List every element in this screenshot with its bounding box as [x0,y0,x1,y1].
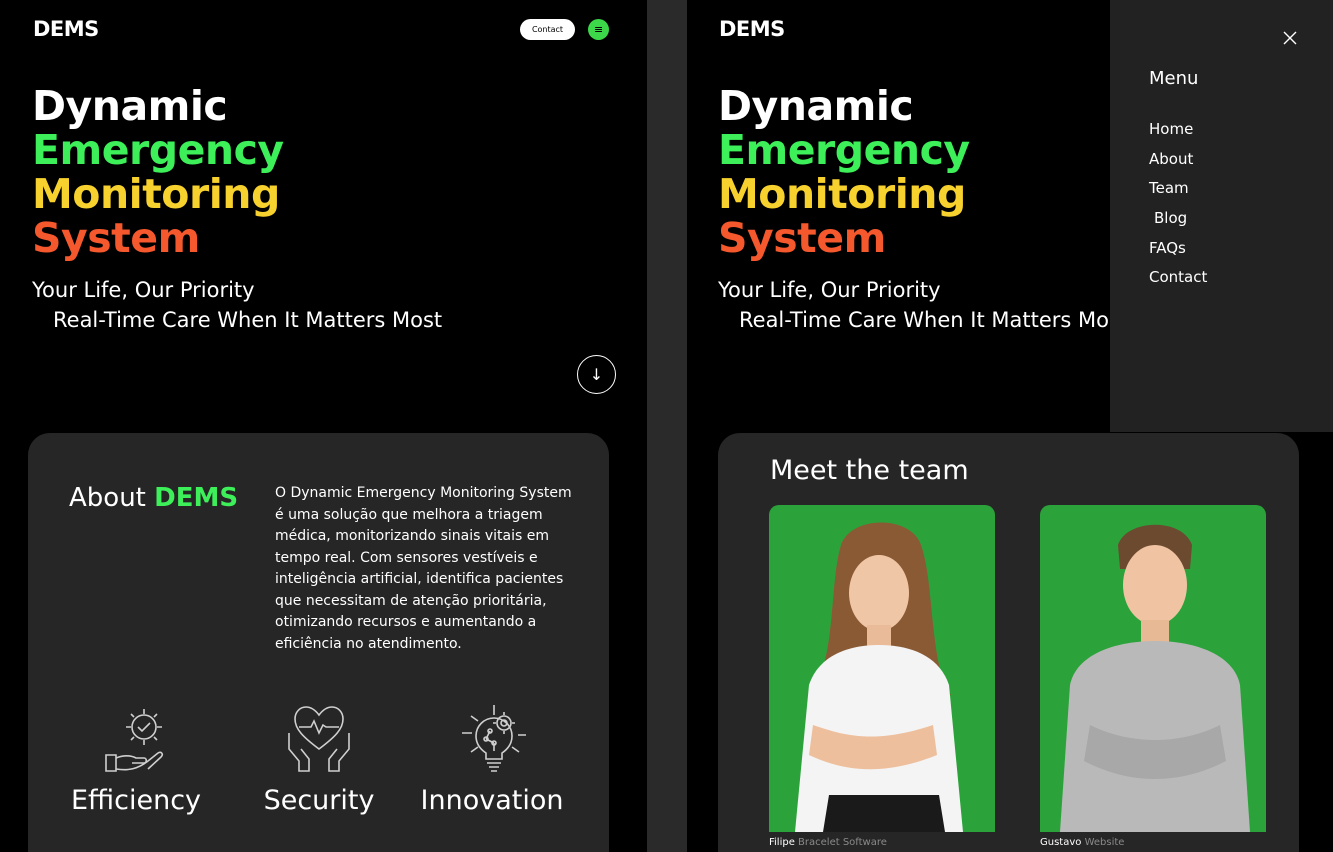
homepage-view: DEMS Contact Dynamic Emergency Monitorin… [0,0,647,852]
hamburger-icon [595,27,602,32]
menu-item-team[interactable]: Team [1149,178,1207,208]
team-title: Meet the team [770,455,969,486]
team-member-filipe: Filipe Bracelet Software [769,505,995,848]
about-card: About DEMS O Dynamic Emergency Monitorin… [28,433,609,852]
tagline-line-2: Real-Time Care When It Matters Most [53,308,443,332]
member-name: Gustavo [1040,837,1082,848]
logo[interactable]: DEMS [33,17,99,41]
hero-tagline: Your Life, Our Priority Real-Time Care W… [32,275,442,335]
tagline-line-1: Your Life, Our Priority [32,278,255,302]
member-role: Website [1084,837,1125,848]
arrow-down-icon: ↓ [589,365,604,384]
gear-hand-icon [105,709,164,772]
member-caption: Gustavo Website [1040,837,1266,848]
member-caption: Filipe Bracelet Software [769,837,995,848]
close-icon[interactable] [1282,30,1298,46]
menu-list: Home About Team Blog FAQs Contact [1149,119,1207,297]
menu-item-home[interactable]: Home [1149,119,1207,149]
hero-line-emergency: Emergency [32,126,284,174]
hero-line-system: System [718,214,886,262]
about-title-brand: DEMS [154,483,239,513]
menu-toggle-button[interactable] [588,19,609,40]
menu-item-blog[interactable]: Blog [1149,208,1207,238]
about-title: About DEMS [69,483,238,513]
heart-hands-icon [288,706,350,772]
member-photo [769,505,995,832]
person-avatar-icon [795,522,963,832]
member-role: Bracelet Software [798,837,887,848]
feature-efficiency: Efficiency [66,703,206,816]
hero-tagline: Your Life, Our Priority Real-Time Care W… [718,275,1128,335]
hero-line-dynamic: Dynamic [718,82,914,130]
member-name: Filipe [769,837,795,848]
about-description: O Dynamic Emergency Monitoring System é … [275,485,572,652]
hero-line-dynamic: Dynamic [32,82,228,130]
hero-line-emergency: Emergency [718,126,970,174]
member-photo [1040,505,1266,832]
scroll-down-button[interactable]: ↓ [577,355,616,394]
hero-line-monitoring: Monitoring [718,170,966,218]
feature-innovation: Innovation [417,703,567,816]
hero-line-system: System [32,214,200,262]
feature-efficiency-label: Efficiency [70,785,202,816]
about-title-prefix: About [69,483,146,513]
menu-item-faqs[interactable]: FAQs [1149,238,1207,268]
menu-item-contact[interactable]: Contact [1149,267,1207,297]
menu-item-about[interactable]: About [1149,149,1207,179]
contact-button[interactable]: Contact [520,19,575,40]
person-avatar-icon [1060,524,1250,832]
tagline-line-2: Real-Time Care When It Matters Most [739,308,1129,332]
menu-heading: Menu [1149,68,1199,89]
hero-title: Dynamic Emergency Monitoring System [718,84,970,260]
tagline-line-1: Your Life, Our Priority [718,278,941,302]
team-member-gustavo: Gustavo Website [1040,505,1266,848]
feature-security: Security [249,703,389,816]
team-card: Meet the team Filipe Bracelet Software G… [718,433,1299,852]
feature-innovation-label: Innovation [420,785,564,816]
logo[interactable]: DEMS [719,17,785,41]
feature-security-label: Security [263,785,375,816]
hero-title: Dynamic Emergency Monitoring System [32,84,284,260]
side-menu: Menu Home About Team Blog FAQs Contact [1110,0,1333,432]
lightbulb-gear-icon [462,705,526,772]
hero-line-monitoring: Monitoring [32,170,280,218]
